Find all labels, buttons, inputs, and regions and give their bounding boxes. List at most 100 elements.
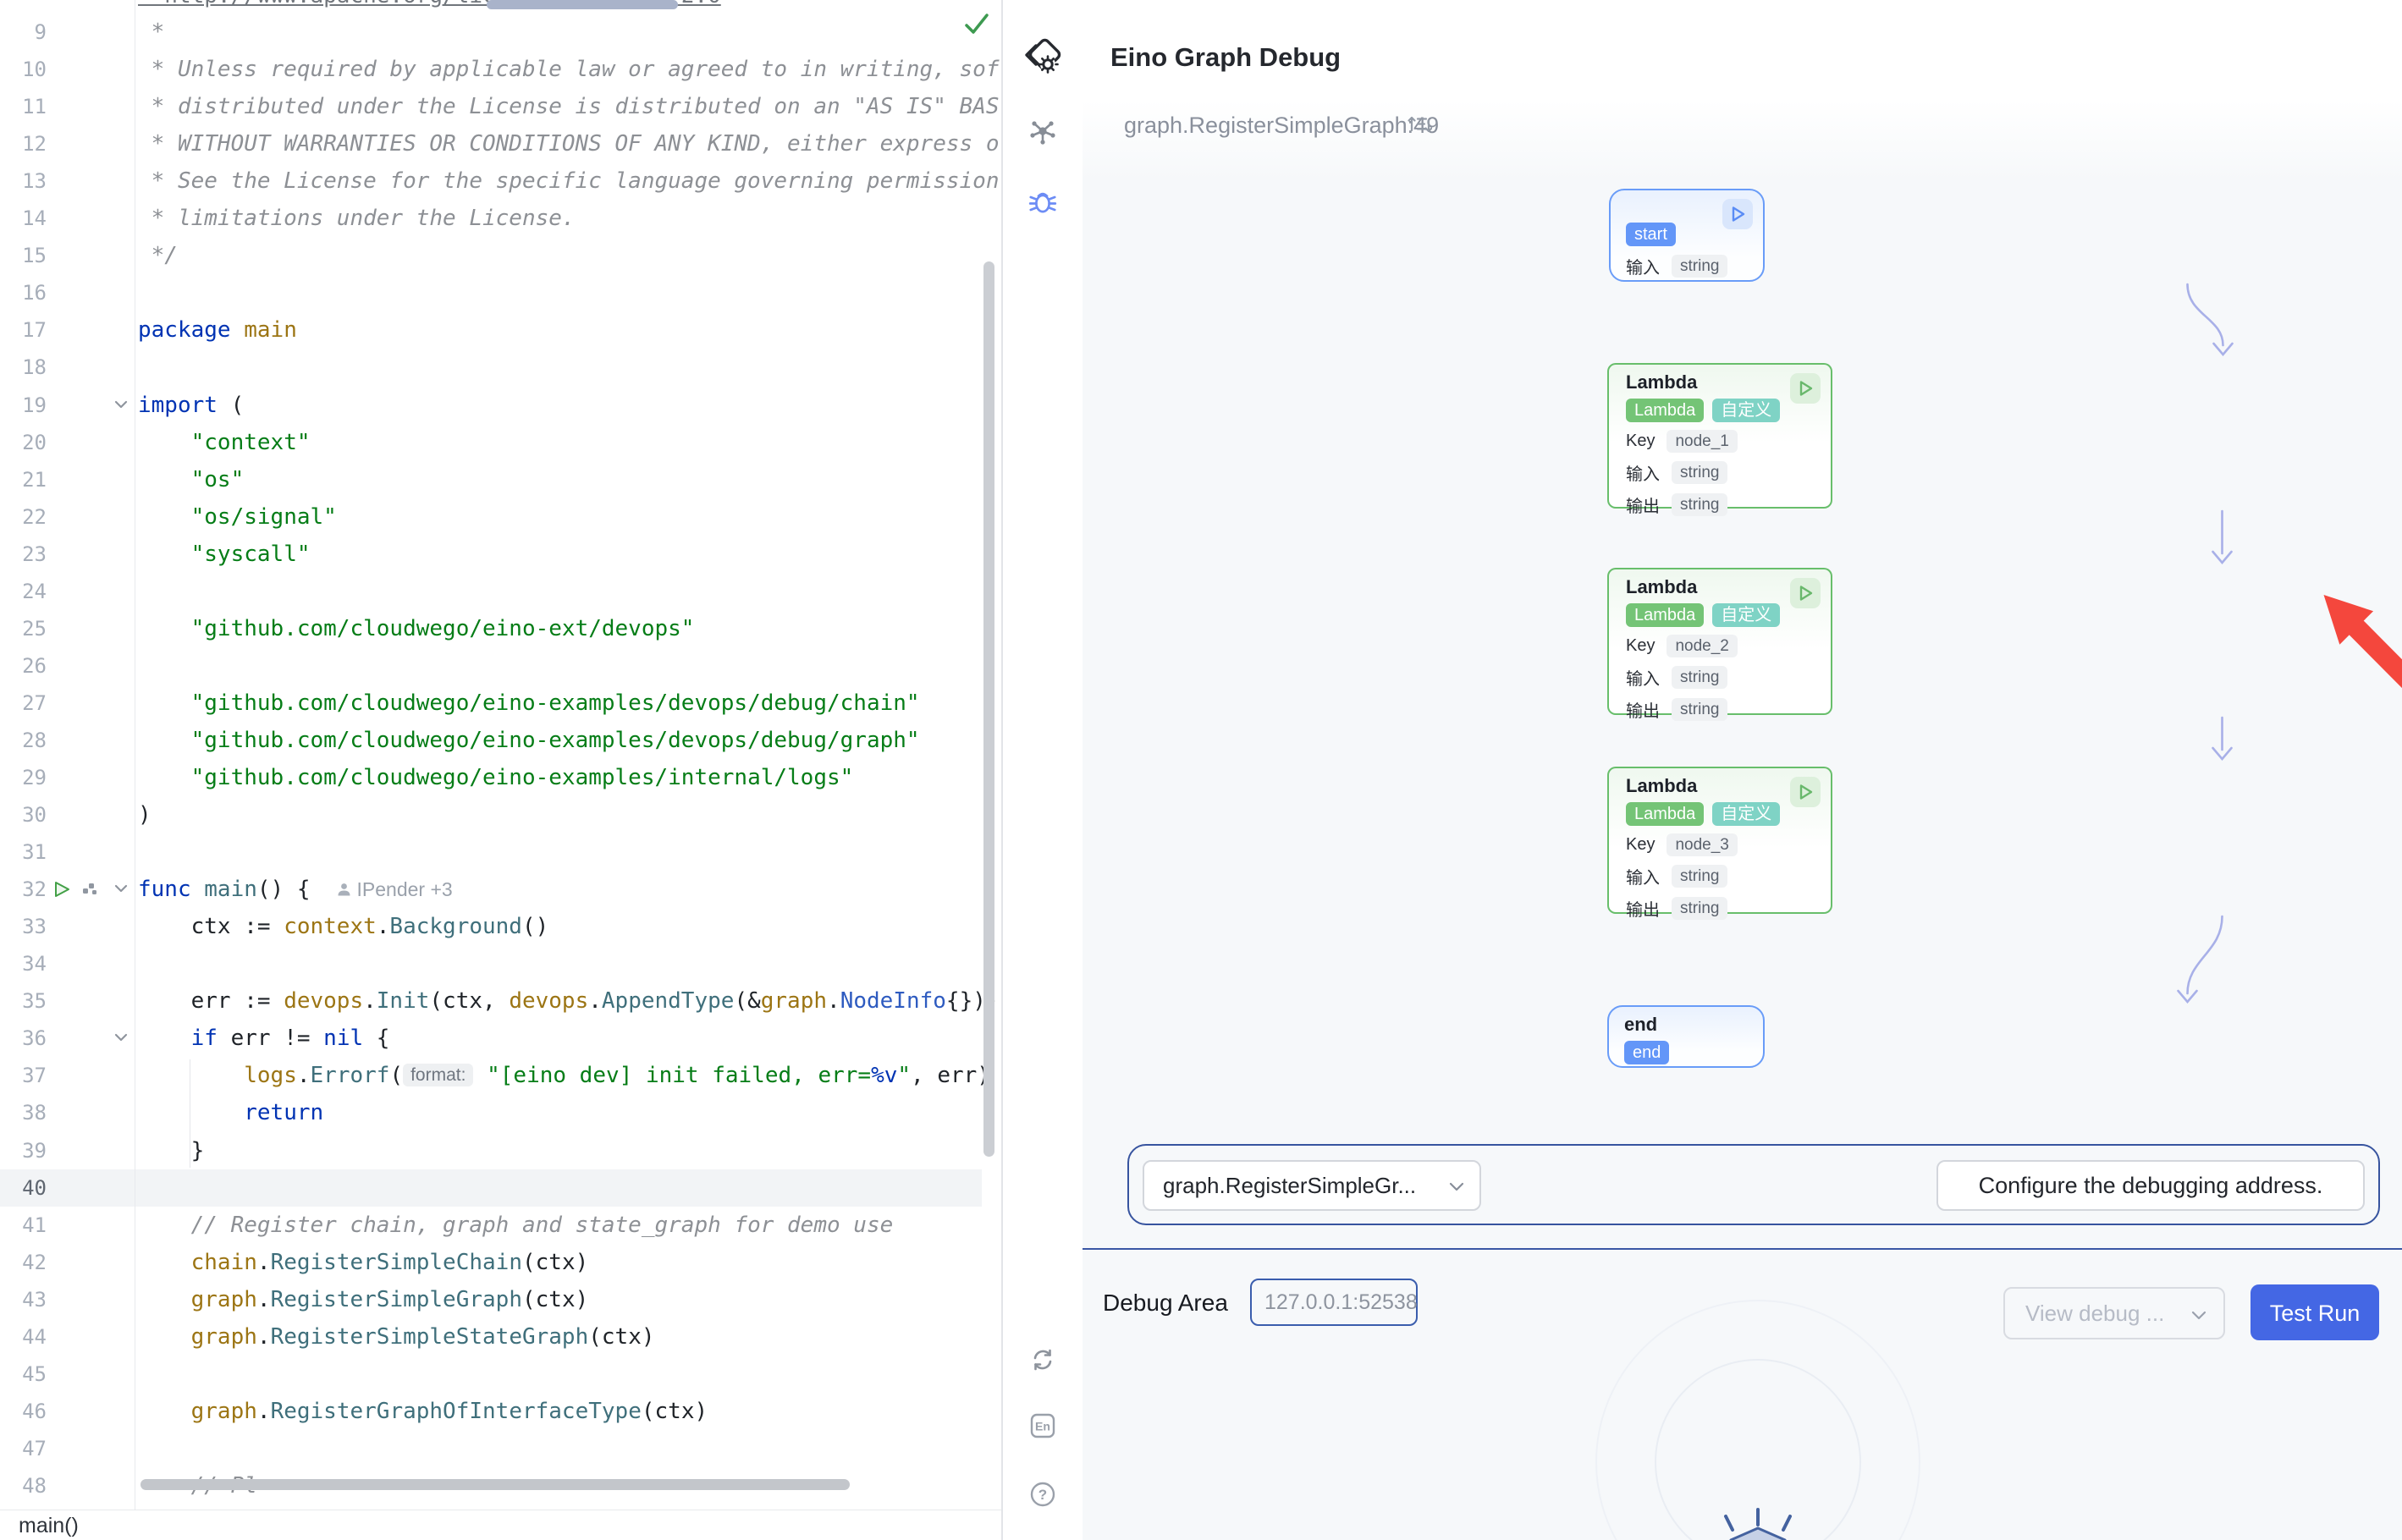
node-type-badge: end <box>1624 1041 1669 1064</box>
code-editor[interactable]: 9 *10 * Unless required by applicable la… <box>0 0 1001 1540</box>
code-line-41[interactable]: 41 // Register chain, graph and state_gr… <box>0 1207 982 1244</box>
code-line-34[interactable]: 34 <box>0 945 982 982</box>
code-line-17[interactable]: 17package main <box>0 311 982 349</box>
line-number: 14 <box>0 200 47 237</box>
code-line-30[interactable]: 30) <box>0 796 982 833</box>
code-line-26[interactable]: 26 <box>0 647 982 685</box>
graph-select-dropdown[interactable]: graph.RegisterSimpleGr... <box>1143 1160 1481 1211</box>
horizontal-scrollbar-top[interactable] <box>487 0 678 9</box>
node-type-badge: start <box>1626 223 1676 246</box>
code-line-35[interactable]: 35 err := devops.Init(ctx, devops.Append… <box>0 982 982 1020</box>
profiler-icon[interactable] <box>81 880 100 899</box>
code-line-21[interactable]: 21 "os" <box>0 461 982 498</box>
debug-address-badge[interactable]: 127.0.0.1:52538 <box>1250 1279 1418 1326</box>
node-test-run-icon[interactable] <box>1722 199 1753 229</box>
graph-node-end[interactable]: end end <box>1607 1005 1765 1068</box>
code-line-45[interactable]: 45 <box>0 1356 982 1393</box>
node-field-label: Key <box>1626 835 1655 855</box>
help-icon[interactable]: ? <box>1003 1481 1083 1508</box>
code-line-11[interactable]: 11 * distributed under the License is di… <box>0 88 982 125</box>
node-test-run-icon[interactable] <box>1790 373 1821 404</box>
debug-bug-icon[interactable] <box>1003 185 1083 216</box>
line-number: 47 <box>0 1430 47 1467</box>
code-line-10[interactable]: 10 * Unless required by applicable law o… <box>0 51 982 88</box>
code-line-42[interactable]: 42 chain.RegisterSimpleChain(ctx) <box>0 1244 982 1281</box>
code-text: package main <box>138 311 297 349</box>
graph-node-node_1[interactable]: LambdaLambda自定义Keynode_1输入string输出string <box>1607 363 1832 509</box>
node-field-value: node_2 <box>1667 635 1737 657</box>
code-text: * distributed under the License is distr… <box>138 88 999 125</box>
graph-node-start[interactable]: start输入string <box>1609 189 1765 282</box>
node-field-value: string <box>1672 698 1727 721</box>
fold-chevron-icon[interactable] <box>113 880 131 899</box>
node-title: Lambda <box>1626 576 1814 598</box>
breadcrumb[interactable]: main() <box>0 1510 1001 1540</box>
code-line-25[interactable]: 25 "github.com/cloudwego/eino-ext/devops… <box>0 610 982 647</box>
code-text: chain.RegisterSimpleChain(ctx) <box>138 1244 588 1281</box>
fold-chevron-icon[interactable] <box>113 1029 131 1048</box>
code-line-37[interactable]: 37 logs.Errorf(format: "[eino dev] init … <box>0 1057 982 1094</box>
sync-refresh-icon[interactable] <box>1003 1347 1083 1372</box>
line-number: 42 <box>0 1244 47 1281</box>
eino-graph-debug-panel: En ? Eino Graph Debug graph.RegisterSimp… <box>1003 0 2402 1540</box>
language-en-icon[interactable]: En <box>1003 1413 1083 1438</box>
breadcrumb-main[interactable]: main() <box>19 1514 79 1538</box>
code-line-19[interactable]: 19import ( <box>0 387 982 424</box>
code-vision-authors[interactable]: IPender +3 <box>336 878 453 900</box>
line-number: 27 <box>0 685 47 722</box>
code-line-43[interactable]: 43 graph.RegisterSimpleGraph(ctx) <box>0 1281 982 1318</box>
line-number: 32 <box>0 871 47 908</box>
code-line-16[interactable]: 16 <box>0 274 982 311</box>
code-line-12[interactable]: 12 * WITHOUT WARRANTIES OR CONDITIONS OF… <box>0 125 982 162</box>
code-line-31[interactable]: 31 <box>0 833 982 871</box>
code-text: graph.RegisterSimpleGraph(ctx) <box>138 1281 588 1318</box>
code-line-22[interactable]: 22 "os/signal" <box>0 498 982 536</box>
code-line-33[interactable]: 33 ctx := context.Background() <box>0 908 982 945</box>
run-main-button[interactable] <box>52 880 71 899</box>
code-text: // Register chain, graph and state_graph… <box>138 1207 893 1244</box>
sort-order-icon[interactable] <box>1407 113 1432 140</box>
code-line-44[interactable]: 44 graph.RegisterSimpleStateGraph(ctx) <box>0 1318 982 1356</box>
code-line-9[interactable]: 9 * <box>0 14 982 51</box>
graph-view-icon[interactable] <box>1003 118 1083 147</box>
code-line-47[interactable]: 47 <box>0 1430 982 1467</box>
custom-badge: 自定义 <box>1712 399 1780 422</box>
code-line-24[interactable]: 24 <box>0 573 982 610</box>
code-line-36[interactable]: 36 if err != nil { <box>0 1020 982 1057</box>
node-field-value: string <box>1672 461 1727 484</box>
code-line-27[interactable]: 27 "github.com/cloudwego/eino-examples/d… <box>0 685 982 722</box>
node-field-value: string <box>1672 865 1727 888</box>
code-line-28[interactable]: 28 "github.com/cloudwego/eino-examples/d… <box>0 722 982 759</box>
code-text: "syscall" <box>138 536 311 573</box>
line-number: 21 <box>0 461 47 498</box>
configure-debug-address-button[interactable]: Configure the debugging address. <box>1936 1160 2365 1211</box>
line-number: 15 <box>0 237 47 274</box>
code-line-14[interactable]: 14 * limitations under the License. <box>0 200 982 237</box>
graph-node-node_2[interactable]: LambdaLambda自定义Keynode_2输入string输出string <box>1607 568 1832 715</box>
code-line-29[interactable]: 29 "github.com/cloudwego/eino-examples/i… <box>0 759 982 796</box>
vertical-scrollbar[interactable] <box>983 261 994 1157</box>
code-line-13[interactable]: 13 * See the License for the specific la… <box>0 162 982 200</box>
horizontal-scrollbar[interactable] <box>140 1479 850 1490</box>
code-line-15[interactable]: 15 */ <box>0 237 982 274</box>
code-line-46[interactable]: 46 graph.RegisterGraphOfInterfaceType(ct… <box>0 1393 982 1430</box>
code-line-23[interactable]: 23 "syscall" <box>0 536 982 573</box>
view-debug-dropdown[interactable]: View debug ... <box>2003 1287 2225 1339</box>
svg-text:?: ? <box>1038 1487 1047 1503</box>
code-line-38[interactable]: 38 return <box>0 1094 982 1131</box>
code-text: "context" <box>138 424 311 461</box>
node-title: Lambda <box>1626 371 1814 393</box>
code-line-40[interactable]: 40 <box>0 1169 982 1207</box>
node-title: end <box>1624 1014 1748 1036</box>
test-run-button[interactable]: Test Run <box>2250 1284 2379 1340</box>
node-test-run-icon[interactable] <box>1790 777 1821 807</box>
code-line-32[interactable]: 32func main() {IPender +3 <box>0 871 982 908</box>
code-line-39[interactable]: 39 } <box>0 1132 982 1169</box>
graph-node-node_3[interactable]: LambdaLambda自定义Keynode_3输入string输出string <box>1607 767 1832 914</box>
code-line-20[interactable]: 20 "context" <box>0 424 982 461</box>
node-test-run-icon[interactable] <box>1790 578 1821 608</box>
code-line-18[interactable]: 18 <box>0 349 982 386</box>
line-number: 45 <box>0 1356 47 1393</box>
fold-chevron-icon[interactable] <box>113 396 131 415</box>
line-number: 28 <box>0 722 47 759</box>
